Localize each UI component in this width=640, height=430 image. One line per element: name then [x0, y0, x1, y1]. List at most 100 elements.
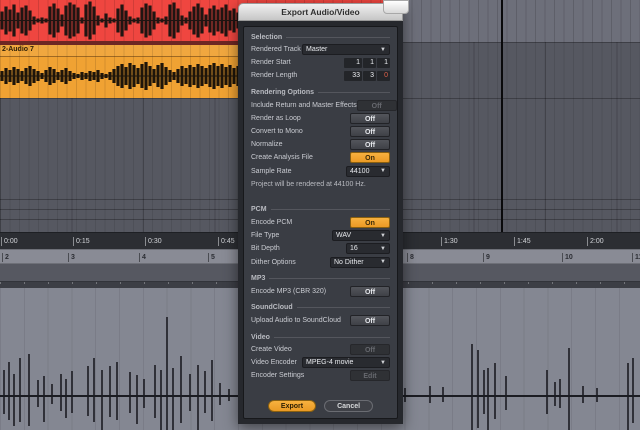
section-rule — [273, 336, 390, 338]
section-rule — [318, 92, 390, 94]
time-label: 0:45 — [218, 237, 235, 246]
bar-number-label: 3 — [68, 253, 75, 262]
bar-number-label: 2 — [2, 253, 9, 262]
field-label: Create Video — [251, 346, 292, 354]
chevron-down-icon: ▼ — [380, 259, 386, 266]
toggle-encoder-settings: Edit — [350, 370, 390, 382]
section-header: Selection — [251, 31, 390, 43]
toggle-normalize[interactable]: Off — [350, 139, 390, 151]
row-project-will-be-rendered-at-44100-hz: Project will be rendered at 44100 Hz. — [251, 178, 390, 191]
dropdown-rendered-track[interactable]: Master ▼ — [302, 44, 390, 56]
section-header-label: PCM — [251, 206, 267, 214]
row-render-start: Render Start 1 1 1 — [251, 56, 390, 69]
field-label: Video Encoder — [251, 359, 297, 367]
bar-number-label: 10 — [562, 253, 573, 262]
dialog-panel: Selection Rendered Track Master ▼ Render Sta… — [243, 26, 398, 419]
bar-number-label: 5 — [208, 253, 215, 262]
toggle-encode-mp3-cbr-320[interactable]: Off — [350, 285, 390, 297]
row-convert-to-mono: Convert to Mono Off — [251, 125, 390, 138]
field-label: Normalize — [251, 141, 283, 149]
section-header-label: SoundCloud — [251, 304, 293, 312]
export-button[interactable]: Export — [267, 400, 317, 412]
field-label: Render Length — [251, 72, 298, 80]
row-normalize: Normalize Off — [251, 138, 390, 151]
grid-overlay — [402, 42, 640, 232]
toggle-upload-audio-to-soundcloud[interactable]: Off — [350, 314, 390, 326]
toggle-render-as-loop[interactable]: Off — [350, 112, 390, 124]
field-label: Include Return and Master Effects — [251, 101, 357, 109]
time-label: 1:45 — [514, 237, 531, 246]
toggle-create-video: Off — [350, 344, 390, 356]
time-label: 0:15 — [73, 237, 90, 246]
section-header: MP3 — [251, 273, 390, 285]
time-label: 2:00 — [587, 237, 604, 246]
dropdown-video-encoder[interactable]: MPEG-4 movie ▼ — [302, 357, 390, 369]
section-rule — [286, 36, 390, 38]
row-dither-options: Dither Options No Dither ▼ — [251, 255, 390, 268]
row-include-return-and-master-effects: Include Return and Master Effects Off — [251, 99, 397, 112]
cancel-button[interactable]: Cancel — [324, 400, 374, 412]
section-soundcloud: SoundCloud Upload Audio to SoundCloud Off — [251, 302, 390, 327]
bar-number-label: 4 — [139, 253, 146, 262]
chevron-down-icon: ▼ — [380, 46, 386, 53]
toggle-convert-to-mono[interactable]: Off — [350, 126, 390, 138]
dropdown-dither-options[interactable]: No Dither ▼ — [330, 256, 390, 268]
spin-render-length: 33 3 0 — [344, 70, 390, 81]
field-label: Sample Rate — [251, 167, 292, 175]
dropdown-bit-depth[interactable]: 16 ▼ — [346, 243, 390, 255]
time-label: 0:30 — [145, 237, 162, 246]
dialog-title: Export Audio/Video — [281, 7, 360, 17]
section-selection: Selection Rendered Track Master ▼ Render Sta… — [251, 31, 390, 83]
spin-cell[interactable]: 1 — [363, 57, 376, 68]
field-label: Project will be rendered at 44100 Hz. — [251, 180, 366, 188]
field-label: Bit Depth — [251, 245, 280, 253]
dialog-body: Selection Rendered Track Master ▼ Render Sta… — [238, 21, 403, 424]
row-sample-rate: Sample Rate 44100 ▼ — [251, 165, 390, 178]
section-rule — [270, 209, 390, 211]
dropdown-value: WAV — [336, 232, 352, 240]
section-header-label: Video — [251, 333, 270, 341]
spin-cell[interactable]: 33 — [344, 70, 362, 81]
chevron-down-icon: ▼ — [380, 168, 386, 175]
section-rule — [269, 278, 390, 280]
section-mp3: MP3 Encode MP3 (CBR 320) Off — [251, 273, 390, 298]
field-label: Create Analysis File — [251, 154, 313, 162]
dropdown-value: Master — [306, 46, 328, 54]
chevron-down-icon: ▼ — [380, 232, 386, 239]
toggle-encode-pcm[interactable]: On — [350, 216, 390, 228]
spin-render-start: 111 — [344, 57, 390, 68]
section-header-label: MP3 — [251, 275, 266, 283]
spin-cell[interactable]: 3 — [363, 70, 376, 81]
section-header: Rendering Options — [251, 87, 390, 99]
spin-cell[interactable]: 0 — [377, 70, 390, 81]
field-label: Render as Loop — [251, 114, 301, 122]
field-label: Upload Audio to SoundCloud — [251, 316, 341, 324]
dialog-titlebar[interactable]: Export Audio/Video — [238, 3, 403, 21]
lane-divider — [402, 42, 640, 43]
dropdown-value: 16 — [350, 245, 358, 253]
dropdown-sample-rate[interactable]: 44100 ▼ — [346, 165, 390, 177]
chevron-down-icon: ▼ — [380, 359, 386, 366]
row-upload-audio-to-soundcloud: Upload Audio to SoundCloud Off — [251, 314, 390, 327]
field-label: Encode PCM — [251, 218, 293, 226]
playhead-line[interactable] — [501, 0, 503, 232]
ableton-arrangement-view: 2-Audio 7 0:00 0:15 0:30 0:45 1:30 1:45 2:00 2… — [0, 0, 640, 430]
row-encoder-settings: Encoder Settings Edit — [251, 369, 390, 382]
section-header-label: Rendering Options — [251, 89, 314, 97]
spin-cell[interactable]: 1 — [377, 57, 390, 68]
chevron-down-icon: ▼ — [380, 245, 386, 252]
section-video: Video Create Video Off Video Encoder MPEG-4 … — [251, 331, 390, 383]
field-label: Encoder Settings — [251, 372, 305, 380]
section-header: PCM — [251, 204, 390, 216]
time-label: 1:30 — [441, 237, 458, 246]
dropdown-file-type[interactable]: WAV ▼ — [332, 230, 390, 242]
bar-number-label: 9 — [483, 253, 490, 262]
dropdown-value: No Dither — [334, 258, 364, 266]
row-bit-depth: Bit Depth 16 ▼ — [251, 242, 390, 255]
section-header-label: Selection — [251, 33, 283, 41]
spin-cell[interactable]: 1 — [344, 57, 362, 68]
section-rule — [296, 307, 390, 309]
section-header: Video — [251, 331, 390, 343]
toggle-create-analysis-file[interactable]: On — [350, 152, 390, 164]
export-audio-video-dialog: Export Audio/Video Selection Rendered Tra… — [238, 3, 403, 424]
